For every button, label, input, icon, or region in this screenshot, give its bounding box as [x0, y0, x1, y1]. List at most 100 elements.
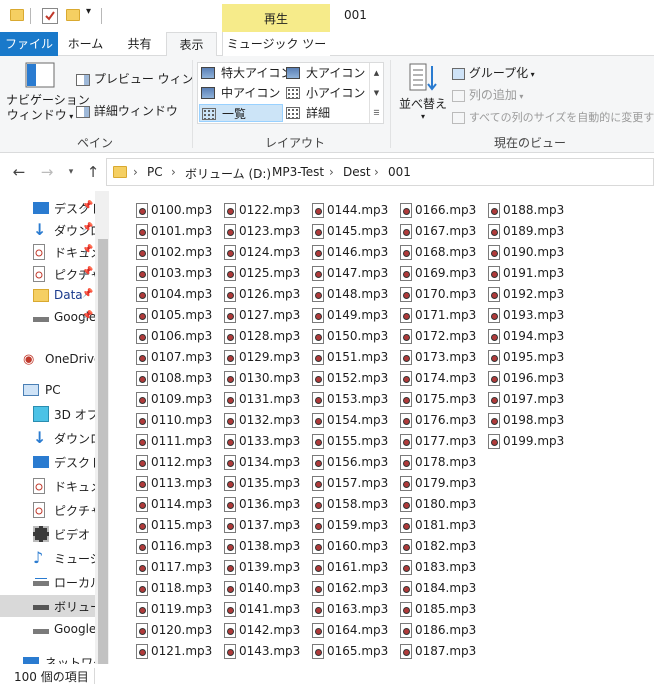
file-item[interactable]: 0105.mp3 [116, 305, 212, 326]
file-item[interactable]: 0189.mp3 [468, 221, 564, 242]
file-item[interactable]: 0197.mp3 [468, 389, 564, 410]
file-item[interactable]: 0134.mp3 [204, 452, 300, 473]
file-item[interactable]: 0125.mp3 [204, 263, 300, 284]
nav-item-google-drive-pc[interactable]: Google Drive [0, 619, 96, 641]
file-item[interactable]: 0187.mp3 [380, 641, 476, 662]
file-item[interactable]: 0161.mp3 [292, 557, 388, 578]
file-item[interactable]: 0195.mp3 [468, 347, 564, 368]
sort-by-button[interactable]: 並べ替え ▾ [398, 62, 448, 132]
file-item[interactable]: 0121.mp3 [116, 641, 212, 662]
file-item[interactable]: 0176.mp3 [380, 410, 476, 431]
file-item[interactable]: 0194.mp3 [468, 326, 564, 347]
nav-item-network[interactable]: ネットワーク [0, 651, 96, 664]
file-item[interactable]: 0159.mp3 [292, 515, 388, 536]
file-item[interactable]: 0178.mp3 [380, 452, 476, 473]
file-item[interactable]: 0133.mp3 [204, 431, 300, 452]
file-item[interactable]: 0106.mp3 [116, 326, 212, 347]
file-item[interactable]: 0185.mp3 [380, 599, 476, 620]
back-arrow-icon[interactable]: ← [8, 161, 30, 183]
file-item[interactable]: 0142.mp3 [204, 620, 300, 641]
file-item[interactable]: 0116.mp3 [116, 536, 212, 557]
file-item[interactable]: 0146.mp3 [292, 242, 388, 263]
chevron-right-icon[interactable]: › [171, 165, 176, 179]
file-item[interactable]: 0141.mp3 [204, 599, 300, 620]
file-item[interactable]: 0174.mp3 [380, 368, 476, 389]
nav-item-desktop-pc[interactable]: デスクトップ [0, 451, 96, 473]
small-icons-option[interactable]: 小アイコン [286, 84, 365, 102]
breadcrumb-current[interactable]: 001 [388, 165, 411, 179]
file-item[interactable]: 0100.mp3 [116, 200, 212, 221]
file-item[interactable]: 0182.mp3 [380, 536, 476, 557]
file-item[interactable]: 0126.mp3 [204, 284, 300, 305]
tab-view[interactable]: 表示 [166, 32, 217, 57]
forward-arrow-icon[interactable]: → [36, 161, 58, 183]
file-item[interactable]: 0132.mp3 [204, 410, 300, 431]
file-item[interactable]: 0156.mp3 [292, 452, 388, 473]
file-item[interactable]: 0164.mp3 [292, 620, 388, 641]
file-item[interactable]: 0117.mp3 [116, 557, 212, 578]
file-item[interactable]: 0104.mp3 [116, 284, 212, 305]
nav-item-data[interactable]: Data 📌 [0, 285, 96, 307]
new-folder-icon[interactable] [66, 9, 80, 21]
extra-large-icons-option[interactable]: 特大アイコン [201, 64, 292, 82]
file-item[interactable]: 0150.mp3 [292, 326, 388, 347]
scrollbar-thumb[interactable] [98, 239, 108, 664]
up-arrow-icon[interactable]: ↑ [82, 161, 104, 183]
file-item[interactable]: 0173.mp3 [380, 347, 476, 368]
file-item[interactable]: 0181.mp3 [380, 515, 476, 536]
file-item[interactable]: 0111.mp3 [116, 431, 212, 452]
file-item[interactable]: 0109.mp3 [116, 389, 212, 410]
nav-item-downloads[interactable]: ↓ ダウンロード 📌 [0, 219, 96, 241]
file-item[interactable]: 0186.mp3 [380, 620, 476, 641]
recent-locations-icon[interactable]: ▾ [60, 161, 82, 183]
chevron-right-icon[interactable]: › [374, 165, 379, 179]
details-pane-button[interactable]: 詳細ウィンドウ [76, 102, 178, 119]
nav-item-google-drive[interactable]: Google Drive 📌 [0, 307, 96, 329]
list-option[interactable]: 一覧 [199, 104, 283, 122]
file-item[interactable]: 0172.mp3 [380, 326, 476, 347]
file-item[interactable]: 0119.mp3 [116, 599, 212, 620]
gallery-more-icon[interactable]: ☰ [370, 103, 383, 123]
nav-item-pictures[interactable]: ピクチャ 📌 [0, 263, 96, 285]
file-item[interactable]: 0190.mp3 [468, 242, 564, 263]
large-icons-option[interactable]: 大アイコン [286, 64, 365, 82]
file-item[interactable]: 0155.mp3 [292, 431, 388, 452]
file-item[interactable]: 0193.mp3 [468, 305, 564, 326]
file-item[interactable]: 0171.mp3 [380, 305, 476, 326]
file-item[interactable]: 0135.mp3 [204, 473, 300, 494]
nav-item-desktop[interactable]: デスクトップ 📌 [0, 197, 96, 219]
file-item[interactable]: 0192.mp3 [468, 284, 564, 305]
file-item[interactable]: 0153.mp3 [292, 389, 388, 410]
nav-item-local-disk[interactable]: ローカル ディスク [0, 571, 96, 593]
nav-item-pictures-pc[interactable]: ピクチャ [0, 499, 96, 521]
nav-item-music[interactable]: ♪ ミュージック [0, 547, 96, 569]
file-item[interactable]: 0170.mp3 [380, 284, 476, 305]
file-item[interactable]: 0128.mp3 [204, 326, 300, 347]
file-item[interactable]: 0139.mp3 [204, 557, 300, 578]
scroll-up-icon[interactable]: ▲ [370, 63, 383, 83]
file-item[interactable]: 0167.mp3 [380, 221, 476, 242]
navigation-pane-button[interactable]: ナビゲーション ウィンドウ ▾ [6, 62, 90, 132]
file-item[interactable]: 0120.mp3 [116, 620, 212, 641]
file-item[interactable]: 0149.mp3 [292, 305, 388, 326]
scroll-down-icon[interactable]: ▼ [370, 83, 383, 103]
file-item[interactable]: 0145.mp3 [292, 221, 388, 242]
file-item[interactable]: 0196.mp3 [468, 368, 564, 389]
file-item[interactable]: 0101.mp3 [116, 221, 212, 242]
file-item[interactable]: 0108.mp3 [116, 368, 212, 389]
file-item[interactable]: 0124.mp3 [204, 242, 300, 263]
group-by-button[interactable]: グループ化 ▾ [452, 64, 535, 81]
file-item[interactable]: 0165.mp3 [292, 641, 388, 662]
file-item[interactable]: 0148.mp3 [292, 284, 388, 305]
file-item[interactable]: 0163.mp3 [292, 599, 388, 620]
file-item[interactable]: 0138.mp3 [204, 536, 300, 557]
tab-music-tools[interactable]: ミュージック ツール [222, 32, 330, 75]
file-item[interactable]: 0151.mp3 [292, 347, 388, 368]
file-item[interactable]: 0180.mp3 [380, 494, 476, 515]
nav-item-documents-pc[interactable]: ドキュメント [0, 475, 96, 497]
file-item[interactable]: 0147.mp3 [292, 263, 388, 284]
file-item[interactable]: 0130.mp3 [204, 368, 300, 389]
file-item[interactable]: 0129.mp3 [204, 347, 300, 368]
nav-item-documents[interactable]: ドキュメント 📌 [0, 241, 96, 263]
file-item[interactable]: 0127.mp3 [204, 305, 300, 326]
